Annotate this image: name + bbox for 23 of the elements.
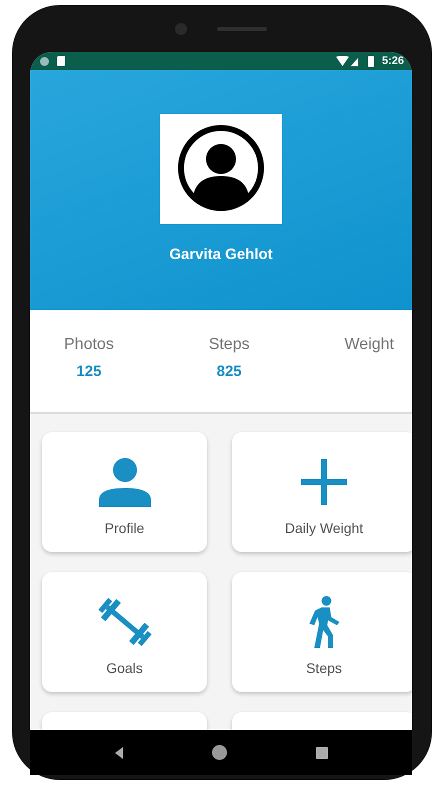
battery-icon [368,56,374,66]
stat-value: 825 [216,363,242,380]
menu-tile[interactable]: Steps [232,572,412,692]
status-time: 5:26 [382,55,404,67]
menu-tile[interactable]: Profile [42,432,207,552]
stat-label: Photos [64,336,114,354]
menu-tile[interactable]: Goals [42,572,207,692]
signal-icon [336,56,360,66]
recent-apps-icon[interactable] [316,746,328,758]
stat-label: Weight [344,336,394,354]
stat-value: 125 [76,363,102,380]
tile-label: Goals [106,660,143,676]
stat-label: Steps [208,336,250,354]
profile-name: Garvita Gehlot [169,246,273,263]
back-icon[interactable] [114,746,122,758]
sd-card-icon [57,56,65,66]
tile-label: Profile [104,520,144,536]
home-icon[interactable] [212,745,226,760]
menu-tile[interactable]: Daily Weight [232,432,412,552]
avatar-icon [160,114,282,224]
tile-label: Steps [306,660,342,676]
tile-label: Daily Weight [284,520,364,536]
notification-dot-icon [40,56,49,66]
